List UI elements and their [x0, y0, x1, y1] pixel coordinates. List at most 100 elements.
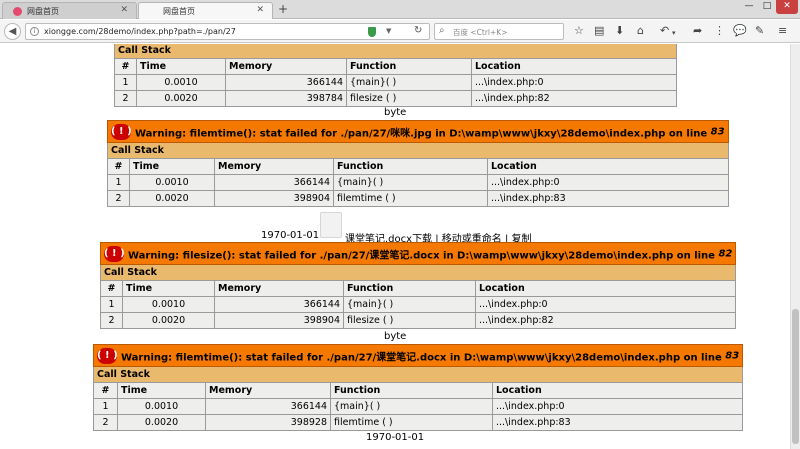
tab-favicon-icon	[13, 7, 22, 16]
row-function: {main}( )	[330, 398, 493, 415]
table-row: 1 0.0010 366144 {main}( ) ...\index.php:…	[100, 296, 737, 313]
col-memory-header: Memory	[205, 382, 331, 399]
col-num-header: #	[100, 280, 123, 297]
table-row: 2 0.0020 398784 filesize ( ) ...\index.p…	[114, 90, 677, 107]
shield-icon[interactable]	[368, 27, 376, 37]
row-num: 2	[100, 312, 123, 329]
row-location: ...\index.php:82	[474, 312, 737, 329]
table-row: 1 0.0010 366144 {main}( ) ...\index.php:…	[93, 398, 744, 415]
row-memory: 398904	[214, 190, 334, 207]
browser-tab-1[interactable]: 网盘首页 ✕	[2, 2, 137, 19]
bookmark-star-icon[interactable]: ☆	[574, 24, 584, 38]
xdebug-error-table: ( ! ) Warning: filesize(): stat failed fo…	[99, 242, 737, 329]
warning-message: ( ! ) Warning: filemtime(): stat failed f…	[92, 344, 744, 367]
col-time-header: Time	[136, 58, 226, 75]
table-row: 2 0.0020 398928 filemtime ( ) ...\index.…	[93, 414, 744, 431]
new-tab-button[interactable]: +	[278, 2, 288, 16]
row-function: filemtime ( )	[330, 414, 493, 431]
row-memory: 398784	[225, 90, 347, 107]
call-stack-heading: Call Stack	[114, 44, 677, 59]
row-time: 0.0020	[122, 312, 215, 329]
call-stack-heading: Call Stack	[92, 366, 744, 383]
table-row: 2 0.0020 398904 filemtime ( ) ...\index.…	[107, 190, 729, 207]
row-memory: 366144	[214, 296, 344, 313]
warning-line-number: 82	[718, 248, 733, 259]
xdebug-error-table: ( ! ) Warning: filemtime(): stat failed f…	[92, 344, 744, 431]
url-text[interactable]: xiongge.com/28demo/index.php?path=./pan/…	[44, 27, 236, 36]
browser-tab-2[interactable]: 网盘首页 ✕	[138, 2, 273, 19]
scrollbar-thumb[interactable]	[792, 309, 799, 444]
addons-icon[interactable]: ✎	[755, 24, 764, 38]
home-icon[interactable]: ⌂	[637, 24, 644, 38]
minimize-button[interactable]: —	[740, 0, 758, 14]
col-time-header: Time	[117, 382, 206, 399]
address-bar[interactable]: i xiongge.com/28demo/index.php?path=./pa…	[25, 23, 430, 40]
maximize-button[interactable]: □	[758, 0, 776, 14]
call-stack-heading: Call Stack	[99, 264, 737, 281]
vertical-scrollbar[interactable]	[790, 44, 800, 449]
tab-title: 网盘首页	[27, 7, 59, 16]
search-bar[interactable]: ⌕ 百度 <Ctrl+K>	[434, 23, 564, 40]
row-time: 0.0020	[117, 414, 206, 431]
row-location: ...\index.php:0	[471, 74, 677, 91]
row-function: filesize ( )	[346, 90, 472, 107]
col-function-header: Function	[333, 158, 488, 175]
size-unit-text: byte	[384, 331, 407, 342]
close-window-button[interactable]: ✕	[776, 0, 798, 14]
row-num: 1	[107, 174, 130, 191]
file-date: 1970-01-01	[261, 230, 320, 241]
tab-close-icon[interactable]: ✕	[256, 5, 264, 15]
row-location: ...\index.php:0	[491, 398, 744, 415]
col-location-header: Location	[487, 158, 729, 175]
col-time-header: Time	[129, 158, 215, 175]
table-row: 1 0.0010 366144 {main}( ) ...\index.php:…	[107, 174, 729, 191]
row-function: filemtime ( )	[333, 190, 488, 207]
row-function: {main}( )	[346, 74, 472, 91]
table-row: 2 0.0020 398904 filesize ( ) ...\index.p…	[100, 312, 737, 329]
tab-title: 网盘首页	[163, 7, 195, 16]
chat-icon[interactable]: 💬	[733, 24, 747, 38]
reload-icon[interactable]: ↻	[414, 25, 422, 36]
row-memory: 398904	[214, 312, 344, 329]
page-content: Call Stack # Time Memory Function Locati…	[0, 44, 790, 449]
col-location-header: Location	[474, 280, 737, 297]
table-row: 1 0.0010 366144 {main}( ) ...\index.php:…	[114, 74, 677, 91]
row-num: 1	[93, 398, 118, 415]
col-function-header: Function	[346, 58, 472, 75]
error-icon: ( ! )	[111, 123, 132, 140]
row-memory: 366144	[205, 398, 331, 415]
tab-close-icon[interactable]: ✕	[120, 5, 128, 15]
search-input[interactable]: 百度 <Ctrl+K>	[453, 27, 508, 38]
row-num: 2	[93, 414, 118, 431]
download-icon[interactable]: ⬇	[615, 24, 624, 38]
menu-toggle-icon[interactable]: ⋮	[714, 24, 725, 38]
chevron-down-icon[interactable]: ▾	[672, 26, 676, 40]
row-function: {main}( )	[343, 296, 476, 313]
warning-text: Warning: filesize(): stat failed for ./p…	[128, 250, 719, 261]
tab-bar: 网盘首页 ✕ 网盘首页 ✕ + — □ ✕	[0, 0, 800, 19]
row-memory: 366144	[214, 174, 334, 191]
undo-icon[interactable]: ↶	[660, 24, 669, 38]
file-thumbnail-icon[interactable]	[320, 212, 342, 238]
row-num: 2	[107, 190, 130, 207]
col-location-header: Location	[471, 58, 677, 75]
share-icon[interactable]: ➦	[693, 24, 702, 38]
col-num-header: #	[107, 158, 130, 175]
back-button[interactable]: ◀	[4, 23, 21, 40]
col-num-header: #	[114, 58, 137, 75]
error-icon: ( ! )	[104, 245, 125, 262]
row-location: ...\index.php:83	[491, 414, 744, 431]
navigation-bar: ◀ i xiongge.com/28demo/index.php?path=./…	[0, 20, 800, 43]
reading-list-icon[interactable]: ▤	[594, 24, 604, 38]
row-location: ...\index.php:0	[474, 296, 737, 313]
history-dropdown-icon[interactable]: ▼	[386, 27, 391, 35]
hamburger-menu-icon[interactable]: ≡	[778, 24, 787, 38]
search-icon: ⌕	[439, 25, 445, 36]
row-function: filesize ( )	[343, 312, 476, 329]
col-location-header: Location	[491, 382, 744, 399]
row-memory: 398928	[205, 414, 331, 431]
col-num-header: #	[93, 382, 118, 399]
file-date: 1970-01-01	[366, 432, 425, 443]
row-time: 0.0010	[136, 74, 226, 91]
site-info-icon[interactable]: i	[30, 27, 39, 36]
